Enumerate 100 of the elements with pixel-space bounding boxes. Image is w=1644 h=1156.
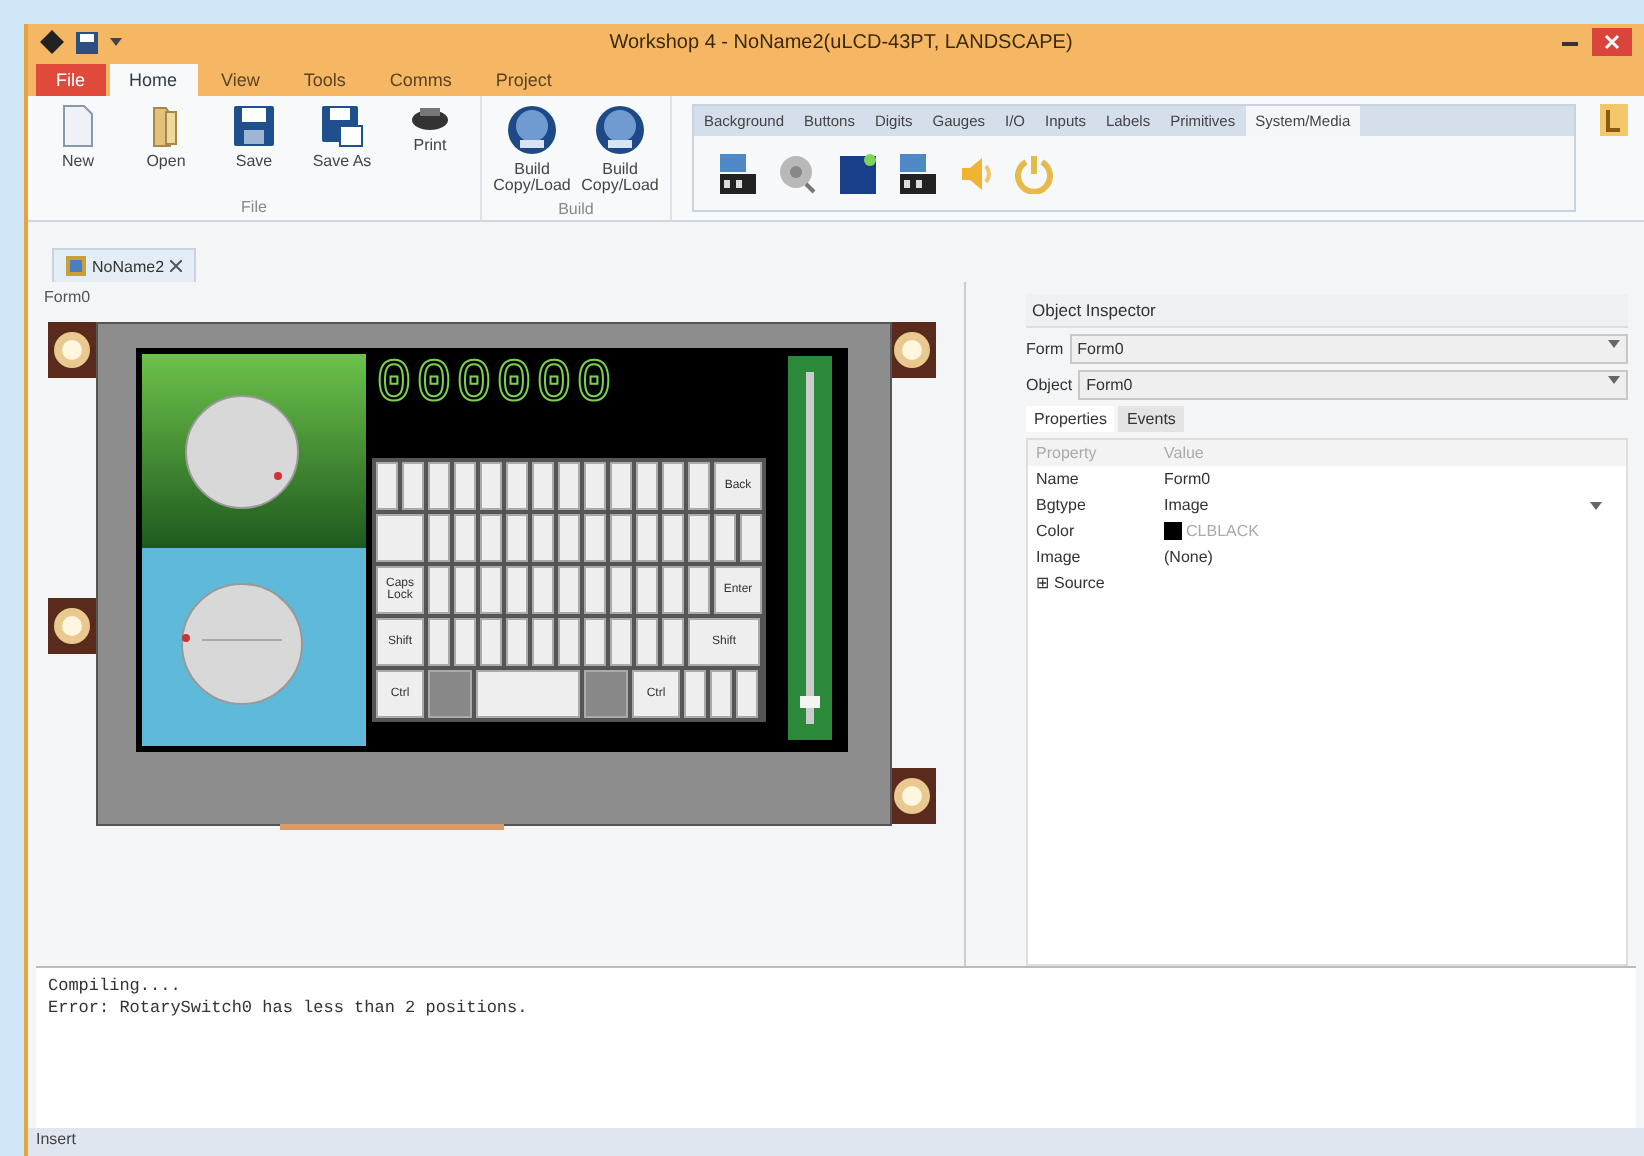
output-line: Compiling.... [48,976,183,996]
inspector-tab[interactable]: Events [1118,406,1184,432]
keyboard-key[interactable] [506,618,528,666]
property-name: Source [1054,574,1105,592]
keyboard-key[interactable] [454,462,476,510]
property-value[interactable]: (None) [1164,548,1590,566]
keyboard-key[interactable] [584,514,606,562]
form-icon [66,256,86,276]
keyboard-key[interactable] [740,514,762,562]
close-icon[interactable] [170,260,183,272]
keyboard-key[interactable] [584,462,606,510]
ribbon-tab[interactable]: File [36,64,106,96]
image-icon[interactable] [838,151,878,195]
keyboard-key[interactable] [558,514,580,562]
keyboard-key[interactable] [480,618,502,666]
speaker-icon[interactable] [958,153,994,193]
keyboard-key[interactable] [402,462,424,510]
ribbon-button[interactable]: Build Copy/Load [494,100,570,200]
keyboard-key[interactable] [610,566,632,614]
ribbon-tab[interactable]: Comms [369,64,472,96]
power-icon[interactable] [1014,153,1054,193]
combo-box[interactable]: Form0 [1078,370,1628,400]
keyboard-key[interactable] [558,566,580,614]
keyboard-key[interactable] [558,462,580,510]
ribbon-button[interactable]: Build Copy/Load [582,100,658,200]
keyboard-key[interactable] [662,514,684,562]
caret-icon [1608,340,1620,348]
keyboard-key[interactable] [428,462,450,510]
keyboard-key[interactable] [710,670,732,718]
disc-icon[interactable] [778,153,818,193]
keyboard-key[interactable] [688,514,710,562]
ribbon-button[interactable]: Save As [304,100,380,198]
keyboard-key[interactable] [454,618,476,666]
group-label: Build [558,199,594,222]
keyboard-key[interactable] [480,566,502,614]
keyboard-key[interactable] [480,462,502,510]
keyboard-key[interactable] [476,670,580,718]
keyboard-key[interactable] [684,670,706,718]
status-text: Insert [36,1130,77,1148]
keyboard-key[interactable] [532,618,554,666]
keyboard-key[interactable] [584,670,628,718]
video-icon[interactable] [718,151,758,195]
keyboard-key[interactable] [636,566,658,614]
keyboard-key[interactable] [454,566,476,614]
mounting-hole-icon [888,322,936,378]
combo-box[interactable]: Form0 [1069,334,1628,364]
ribbon-button[interactable]: Save [216,100,292,198]
keyboard-key[interactable] [428,618,450,666]
keyboard-key[interactable] [662,566,684,614]
keyboard-key[interactable] [506,566,528,614]
keyboard-key[interactable] [636,514,658,562]
document-tab[interactable]: NoName2 [52,248,197,282]
globe-icon [594,104,646,156]
keyboard-key[interactable] [454,514,476,562]
keyboard-key[interactable] [428,514,450,562]
keyboard-key[interactable] [688,462,710,510]
keyboard-key[interactable] [688,566,710,614]
keyboard-key[interactable] [662,618,684,666]
keyboard-key[interactable] [480,514,502,562]
keyboard-key[interactable] [428,566,450,614]
keyboard-key[interactable] [532,514,554,562]
keyboard-key[interactable] [506,514,528,562]
column-header: Property [1036,444,1099,462]
keyboard-key[interactable] [736,670,758,718]
keyboard-key[interactable] [584,566,606,614]
keyboard-key[interactable] [376,514,424,562]
dropdown-caret-icon[interactable] [110,38,122,46]
keyboard-key[interactable] [584,618,606,666]
ribbon-button[interactable]: New [40,100,116,198]
property-value[interactable]: Image [1164,496,1590,514]
keyboard-key[interactable] [532,462,554,510]
ribbon-tab[interactable]: Project [475,64,572,96]
keyboard-key[interactable] [610,514,632,562]
keyboard-key[interactable] [428,670,472,718]
keyboard-key[interactable] [662,462,684,510]
keyboard-key[interactable] [558,618,580,666]
keyboard-key[interactable] [610,462,632,510]
keyboard-key[interactable] [714,514,736,562]
keyboard-key[interactable] [376,462,398,510]
property-name: Color [1036,522,1077,540]
close-icon[interactable] [1592,28,1632,56]
form-label: Form0 [42,286,93,310]
inspector-tab[interactable]: Properties [1026,406,1115,432]
keyboard-key[interactable] [506,462,528,510]
keyboard-key[interactable] [636,462,658,510]
ribbon-button[interactable]: Open [128,100,204,198]
property-value[interactable]: Form0 [1164,470,1590,488]
ribbon-tab[interactable]: Home [109,64,198,96]
globe-icon [506,104,558,156]
property-name: Image [1036,548,1083,566]
expand-toggle[interactable]: ⊞ [1036,574,1050,592]
keyboard-key[interactable] [636,618,658,666]
caret-icon[interactable] [1590,501,1602,509]
keyboard-key[interactable] [532,566,554,614]
ribbon-tab[interactable]: Tools [283,64,366,96]
ribbon-tab[interactable]: View [201,64,280,96]
keyboard-key[interactable] [610,618,632,666]
ribbon-button[interactable]: Print [392,100,468,198]
video-icon[interactable] [898,151,938,195]
slider-thumb[interactable] [800,695,820,707]
